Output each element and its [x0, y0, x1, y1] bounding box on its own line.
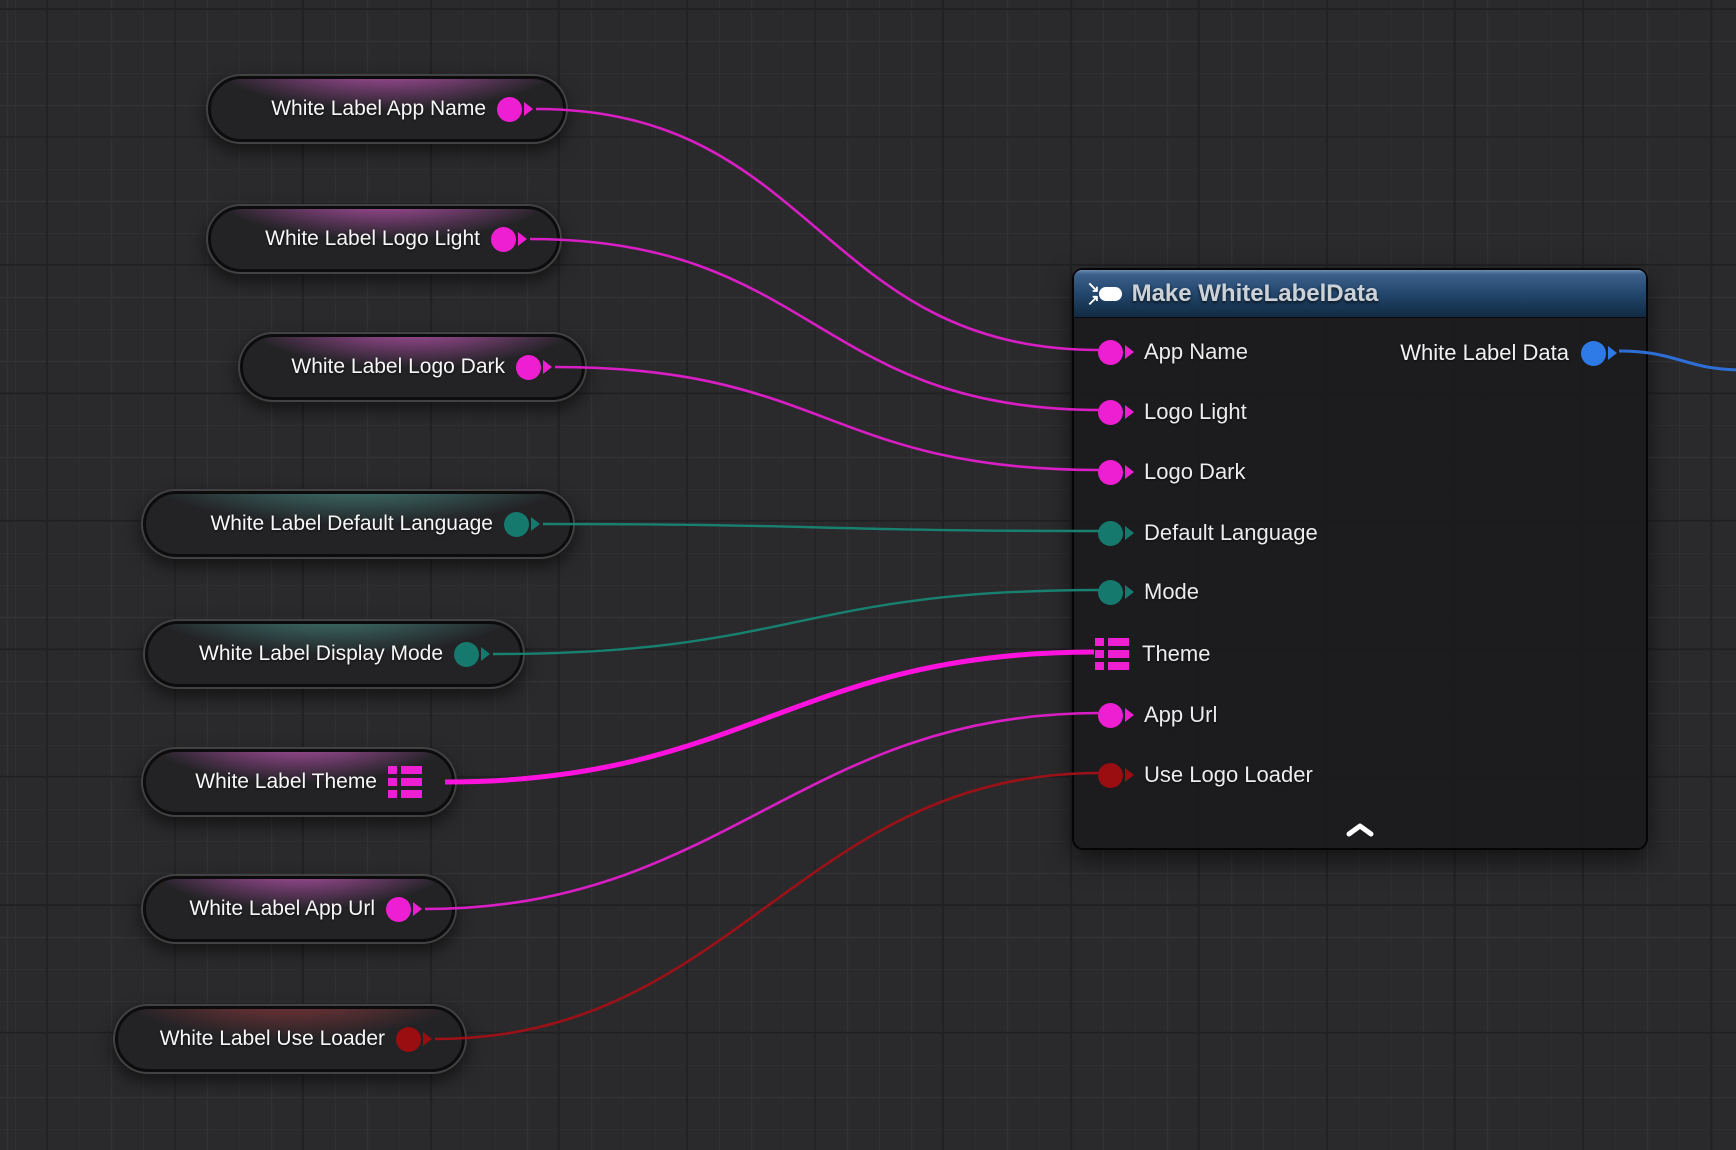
- wire-default-language[interactable]: [543, 524, 1100, 531]
- string-output-pin[interactable]: [491, 227, 527, 252]
- node-title: Make WhiteLabelData: [1132, 280, 1379, 308]
- getter-node-white-label-display-mode[interactable]: White Label Display Mode: [145, 621, 523, 687]
- getter-label: White Label Theme: [195, 770, 377, 794]
- enum-input-pin[interactable]: [1098, 580, 1134, 605]
- enum-output-pin[interactable]: [454, 642, 490, 667]
- bool-input-pin[interactable]: [1098, 763, 1134, 788]
- getter-node-white-label-use-loader[interactable]: White Label Use Loader: [115, 1006, 465, 1072]
- pin-label: Theme: [1142, 641, 1210, 667]
- input-row-app-name: App Name: [1074, 337, 1248, 367]
- make-struct-icon: ↘ ↗: [1087, 281, 1122, 307]
- chevron-up-icon: [1345, 823, 1375, 837]
- input-row-use-logo-loader: Use Logo Loader: [1074, 760, 1313, 790]
- getter-node-white-label-app-url[interactable]: White Label App Url: [143, 876, 455, 942]
- getter-node-white-label-logo-light[interactable]: White Label Logo Light: [208, 206, 560, 272]
- wire-theme[interactable]: [445, 652, 1094, 782]
- struct-grid-icon[interactable]: [1095, 638, 1129, 670]
- string-input-pin[interactable]: [1098, 703, 1134, 728]
- getter-label: White Label App Url: [189, 897, 375, 921]
- pin-label: White Label Data: [1400, 340, 1569, 366]
- pin-label: Mode: [1144, 579, 1199, 605]
- wire-use-loader[interactable]: [435, 773, 1100, 1039]
- string-input-pin[interactable]: [1098, 460, 1134, 485]
- getter-label: White Label Default Language: [210, 512, 493, 536]
- pin-label: Logo Light: [1144, 399, 1247, 425]
- wire-logo-light[interactable]: [530, 239, 1100, 410]
- string-input-pin[interactable]: [1098, 340, 1134, 365]
- getter-node-white-label-app-name[interactable]: White Label App Name: [208, 76, 566, 142]
- input-row-theme: Theme: [1074, 639, 1210, 669]
- getter-node-white-label-default-language[interactable]: White Label Default Language: [143, 491, 573, 557]
- getter-label: White Label Logo Dark: [291, 355, 505, 379]
- pin-label: Logo Dark: [1144, 459, 1246, 485]
- getter-label: White Label Display Mode: [199, 642, 443, 666]
- pin-label: Default Language: [1144, 520, 1318, 546]
- input-row-default-language: Default Language: [1074, 518, 1318, 548]
- enum-output-pin[interactable]: [504, 512, 540, 537]
- enum-input-pin[interactable]: [1098, 521, 1134, 546]
- input-row-logo-dark: Logo Dark: [1074, 457, 1246, 487]
- input-row-mode: Mode: [1074, 577, 1199, 607]
- getter-label: White Label Logo Light: [265, 227, 480, 251]
- string-output-pin[interactable]: [386, 897, 422, 922]
- pin-label: Use Logo Loader: [1144, 762, 1313, 788]
- output-row-white-label-data: White Label Data: [1400, 338, 1646, 368]
- string-input-pin[interactable]: [1098, 400, 1134, 425]
- input-row-logo-light: Logo Light: [1074, 397, 1247, 427]
- getter-label: White Label App Name: [271, 97, 486, 121]
- input-row-app-url: App Url: [1074, 700, 1217, 730]
- struct-output-pin[interactable]: [1581, 341, 1617, 366]
- struct-grid-icon[interactable]: [388, 766, 422, 798]
- node-header[interactable]: ↘ ↗ Make WhiteLabelData: [1074, 270, 1646, 318]
- wire-display-mode[interactable]: [493, 590, 1100, 654]
- blueprint-graph-canvas[interactable]: White Label App Name White Label Logo Li…: [0, 0, 1736, 1150]
- collapse-node-button[interactable]: [1343, 822, 1377, 838]
- wire-logo-dark[interactable]: [555, 367, 1100, 470]
- bool-output-pin[interactable]: [396, 1027, 432, 1052]
- pin-label: App Url: [1144, 702, 1217, 728]
- wire-app-url[interactable]: [425, 713, 1100, 909]
- string-output-pin[interactable]: [497, 97, 533, 122]
- getter-label: White Label Use Loader: [160, 1027, 385, 1051]
- getter-node-white-label-logo-dark[interactable]: White Label Logo Dark: [240, 334, 585, 400]
- pin-label: App Name: [1144, 339, 1248, 365]
- make-whitelabeldata-node[interactable]: ↘ ↗ Make WhiteLabelData App Name Logo Li…: [1072, 268, 1648, 850]
- wire-app-name[interactable]: [536, 109, 1100, 350]
- getter-node-white-label-theme[interactable]: White Label Theme: [143, 749, 455, 815]
- string-output-pin[interactable]: [516, 355, 552, 380]
